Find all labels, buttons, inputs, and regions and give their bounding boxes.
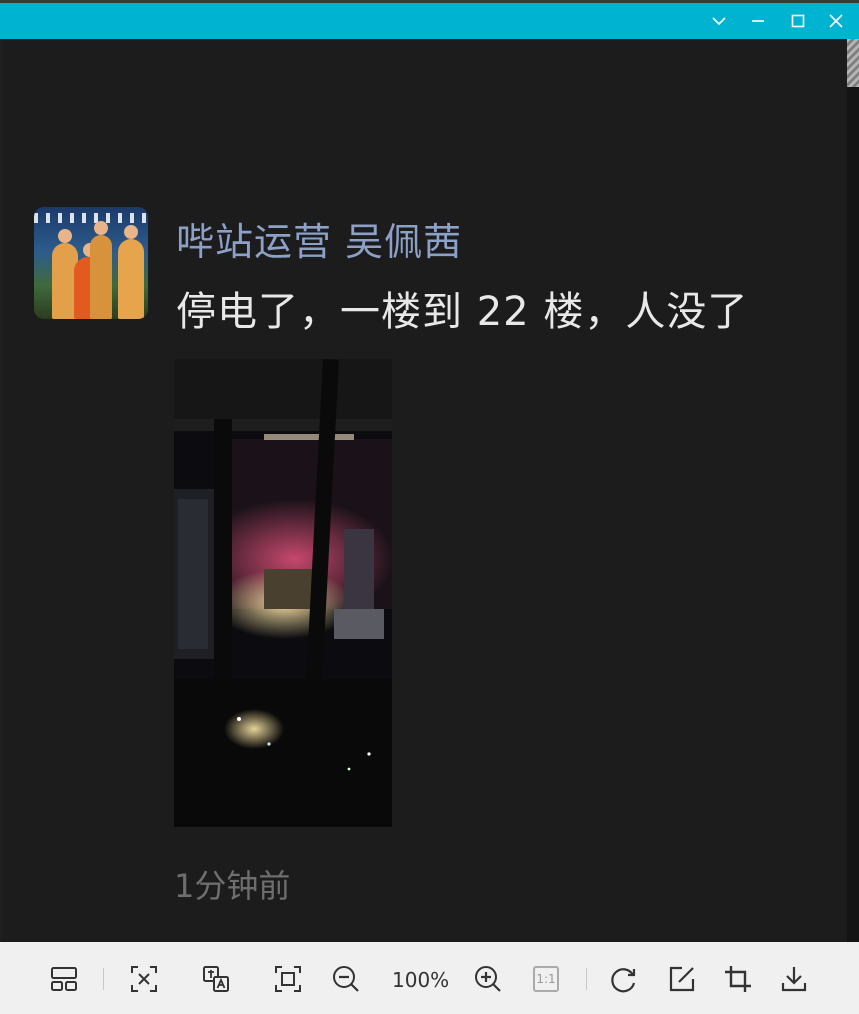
minimize-icon <box>752 20 764 22</box>
fit-window-icon <box>131 966 157 992</box>
fullscreen-icon <box>275 966 301 992</box>
thumbnails-button[interactable] <box>46 962 82 996</box>
avatar <box>34 207 148 319</box>
zoom-in-icon <box>475 966 501 992</box>
toolbar-separator <box>103 968 104 990</box>
close-icon <box>829 14 843 28</box>
chevron-down-icon <box>712 17 726 26</box>
translate-text-icon <box>203 966 229 992</box>
fit-window-button[interactable] <box>126 962 162 996</box>
vertical-scrollbar[interactable] <box>847 39 859 942</box>
maximize-button[interactable] <box>784 7 812 35</box>
actual-size-label: 1:1 <box>536 972 556 986</box>
download-button[interactable] <box>776 962 812 996</box>
chevron-down-button[interactable] <box>705 7 733 35</box>
zoom-level: 100% <box>392 968 450 992</box>
edit-icon <box>669 966 695 992</box>
download-icon <box>781 967 807 992</box>
crop-button[interactable] <box>720 962 756 996</box>
title-bar-top-strip <box>0 0 859 3</box>
crop-icon <box>725 966 751 992</box>
toolbar-separator <box>586 968 587 990</box>
rotate-icon <box>611 968 636 993</box>
zoom-out-button[interactable] <box>328 962 364 996</box>
message-text: 停电了，一楼到 22 楼，人没了 <box>176 289 749 335</box>
zoom-out-icon <box>333 966 359 992</box>
actual-size-icon: 1:1 <box>533 966 559 992</box>
attached-photo[interactable] <box>174 359 392 827</box>
edit-button[interactable] <box>664 962 700 996</box>
scrollbar-thumb[interactable] <box>847 39 859 87</box>
maximize-icon <box>791 14 805 28</box>
thumbnails-icon <box>51 967 77 991</box>
author-name: 哔站运营 吴佩茜 <box>176 220 463 264</box>
rotate-button[interactable] <box>606 962 642 996</box>
title-bar <box>0 0 859 39</box>
close-button[interactable] <box>822 7 850 35</box>
timestamp: 1分钟前 <box>174 867 291 905</box>
night-city-photo <box>174 359 392 827</box>
translate-text-button[interactable] <box>198 962 234 996</box>
minimize-button[interactable] <box>744 7 772 35</box>
zoom-in-button[interactable] <box>470 962 506 996</box>
image-canvas[interactable]: 哔站运营 吴佩茜 停电了，一楼到 22 楼，人没了 1分钟前 <box>2 39 847 942</box>
bottom-toolbar: 100% 1:1 <box>0 942 859 1014</box>
actual-size-button[interactable]: 1:1 <box>528 962 564 996</box>
fullscreen-button[interactable] <box>270 962 306 996</box>
